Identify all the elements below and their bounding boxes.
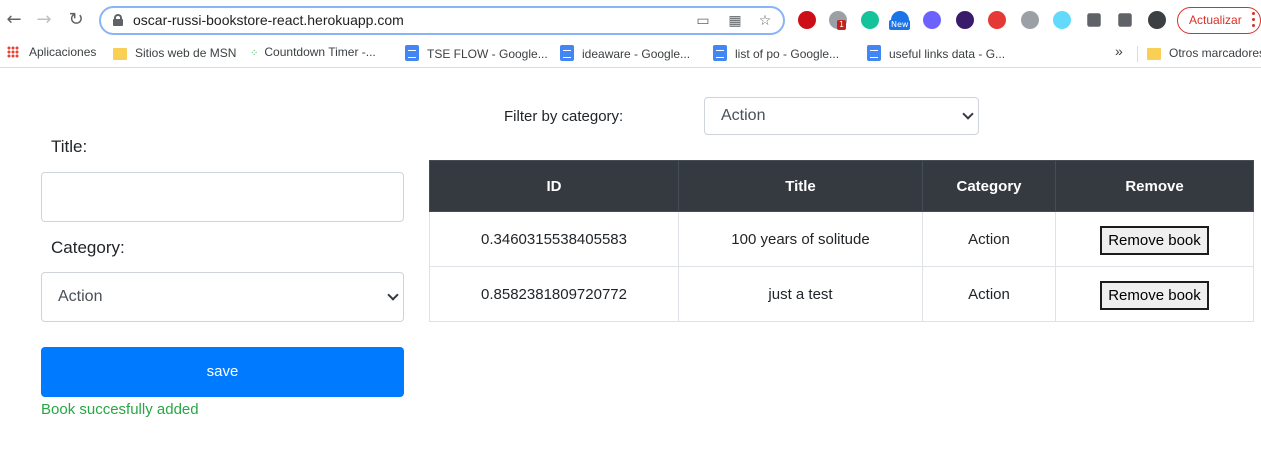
opera-icon[interactable]: [798, 11, 816, 29]
apps-grid-icon: [7, 46, 19, 58]
badge-extension-icon[interactable]: 1: [829, 11, 847, 30]
gray-extension-icon[interactable]: [1021, 11, 1039, 29]
extension-badge: 1: [837, 20, 847, 30]
book-category: Action: [922, 211, 1056, 267]
bookmark-label: Countdown Timer -...: [264, 45, 376, 59]
header-category: Category: [922, 160, 1056, 212]
puzzle-icon[interactable]: [1087, 13, 1101, 27]
header-remove: Remove: [1055, 160, 1254, 212]
lock-icon: [113, 14, 123, 26]
back-arrow-icon[interactable]: ←: [4, 10, 24, 30]
header-id: ID: [429, 160, 679, 212]
bookmark-label: useful links data - G...: [889, 47, 1006, 61]
bookmark-label: TSE FLOW - Google...: [427, 47, 548, 61]
remove-book-button[interactable]: Remove book: [1100, 225, 1209, 255]
bookmark-ideaware[interactable]: ideaware - Google...: [560, 45, 690, 63]
google-docs-icon: [713, 45, 727, 61]
google-docs-icon: [867, 45, 881, 61]
table-row: 0.8582381809720772 just a test Action Re…: [429, 266, 1254, 322]
url-text[interactable]: oscar-russi-bookstore-react.herokuapp.co…: [133, 12, 404, 28]
forward-arrow-icon[interactable]: →: [34, 10, 54, 30]
new-extension-icon[interactable]: New: [889, 11, 911, 30]
bookmark-countdown-timer[interactable]: ⁘ Countdown Timer -...: [250, 45, 376, 63]
folder-icon: [113, 48, 127, 60]
media-queue-icon[interactable]: [1118, 13, 1132, 27]
extension-badge: New: [889, 20, 911, 30]
google-docs-icon: [405, 45, 419, 61]
timer-icon: ⁘: [250, 48, 259, 59]
remove-cell: Remove book: [1055, 211, 1254, 267]
address-bar[interactable]: oscar-russi-bookstore-react.herokuapp.co…: [99, 6, 785, 35]
react-devtools-icon[interactable]: [1053, 11, 1071, 29]
qr-code-icon[interactable]: ▦: [727, 13, 743, 29]
google-docs-icon: [560, 45, 574, 61]
bookmark-label: Sitios web de MSN: [135, 46, 237, 60]
menu-dots-icon[interactable]: [1252, 12, 1256, 28]
bookmark-list-of-po[interactable]: list of po - Google...: [713, 45, 839, 63]
category-select[interactable]: Action: [41, 272, 404, 322]
filter-select-value: Action: [721, 107, 766, 124]
title-input[interactable]: [41, 172, 404, 222]
bookstore-page: Title: Category: Action save Book succes…: [0, 69, 1261, 468]
category-label: Category:: [51, 238, 125, 257]
more-bookmarks-chevron[interactable]: »: [1115, 43, 1123, 61]
bookmark-apps[interactable]: Aplicaciones: [7, 45, 96, 63]
filter-label: Filter by category:: [504, 108, 624, 125]
bookmark-tse-flow[interactable]: TSE FLOW - Google...: [405, 45, 548, 63]
bookmark-other[interactable]: Otros marcadores: [1147, 45, 1261, 63]
book-category: Action: [922, 266, 1056, 322]
folder-icon: [1147, 48, 1161, 60]
bookmark-star-icon[interactable]: ☆: [757, 13, 773, 29]
bookmark-msn[interactable]: Sitios web de MSN: [113, 45, 236, 63]
bookmark-useful-links[interactable]: useful links data - G...: [867, 45, 1005, 63]
dashboard-extension-icon[interactable]: [956, 11, 974, 29]
bookmark-label: list of po - Google...: [735, 47, 840, 61]
flower-extension-icon[interactable]: [923, 11, 941, 29]
chevron-down-icon: [962, 108, 974, 120]
books-table: ID Title Category Remove 0.3460315538405…: [429, 160, 1254, 322]
book-id: 0.8582381809720772: [429, 266, 679, 322]
grammarly-icon[interactable]: [861, 11, 879, 29]
category-select-value: Action: [58, 288, 103, 305]
bookmark-label: ideaware - Google...: [582, 47, 691, 61]
book-id: 0.3460315538405583: [429, 211, 679, 267]
bookmark-label: Otros marcadores: [1169, 46, 1261, 60]
update-label: Actualizar: [1189, 13, 1242, 27]
bookmarks-separator: [1137, 46, 1138, 62]
filter-category-select[interactable]: Action: [704, 97, 979, 135]
success-message: Book succesfully added: [41, 401, 199, 418]
profile-avatar-icon[interactable]: [1148, 11, 1166, 29]
remove-book-button[interactable]: Remove book: [1100, 280, 1209, 310]
bookmark-label: Aplicaciones: [29, 45, 97, 59]
save-button[interactable]: save: [41, 347, 404, 397]
header-title: Title: [678, 160, 923, 212]
reload-icon[interactable]: ↻: [66, 10, 86, 30]
update-button[interactable]: Actualizar: [1177, 7, 1261, 34]
chevron-down-icon: [387, 289, 399, 301]
browser-toolbar: ← → ↻ oscar-russi-bookstore-react.heroku…: [0, 0, 1261, 40]
remove-cell: Remove book: [1055, 266, 1254, 322]
cast-icon[interactable]: ▭: [695, 13, 711, 29]
title-label: Title:: [51, 137, 88, 156]
table-header-row: ID Title Category Remove: [429, 160, 1254, 212]
video-extension-icon[interactable]: [988, 11, 1006, 29]
table-row: 0.3460315538405583 100 years of solitude…: [429, 211, 1254, 267]
book-title: 100 years of solitude: [678, 211, 923, 267]
book-title: just a test: [678, 266, 923, 322]
bookmarks-bar: Aplicaciones Sitios web de MSN ⁘ Countdow…: [0, 40, 1261, 68]
